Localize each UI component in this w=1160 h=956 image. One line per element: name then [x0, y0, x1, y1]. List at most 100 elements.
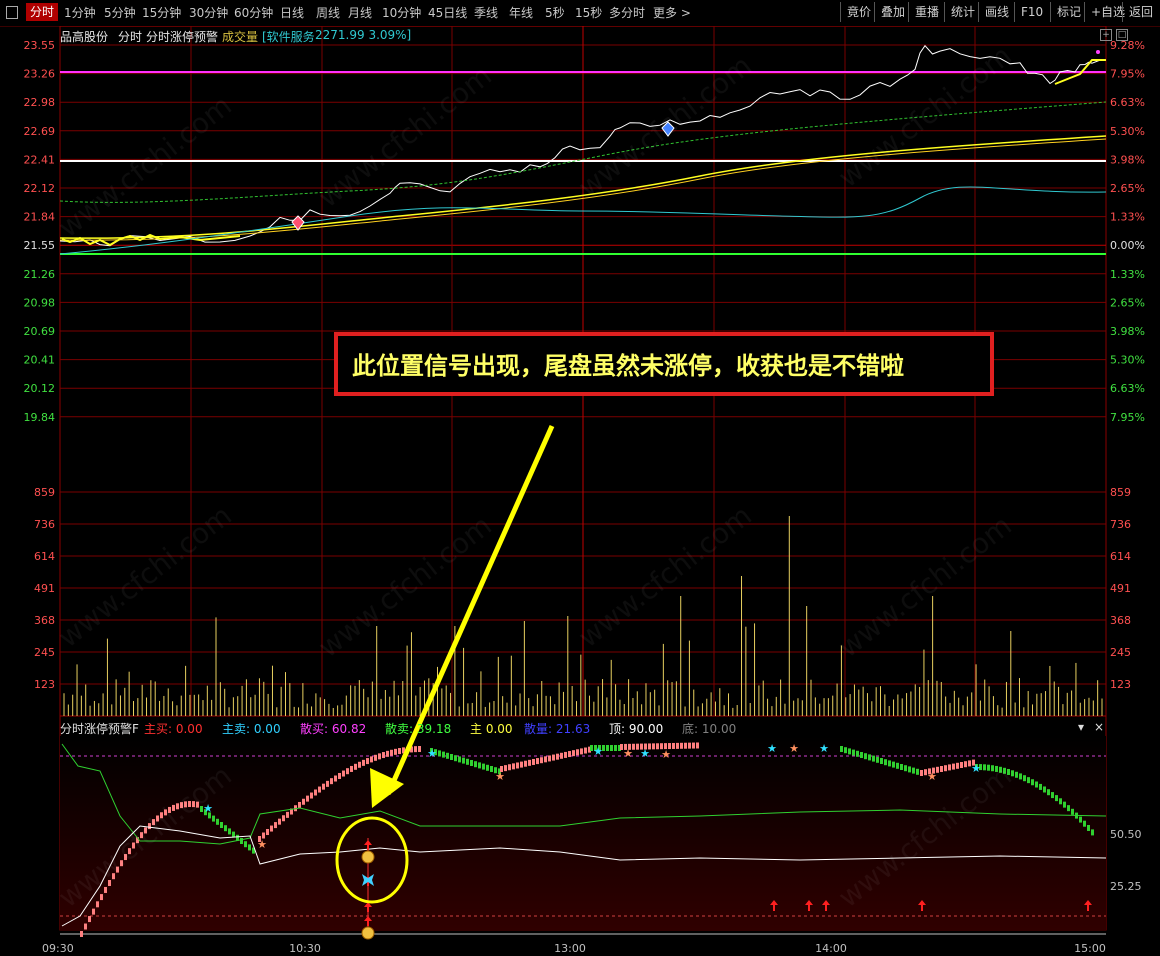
indicator-block — [478, 762, 481, 769]
indicator-block — [844, 747, 847, 754]
overlay-button[interactable]: 叠加 — [874, 2, 911, 22]
price-tick-label: 20.12 — [24, 382, 56, 395]
indicator-block — [240, 838, 243, 844]
indicator-block — [334, 775, 337, 782]
tab-5min[interactable]: 5分钟 — [104, 4, 136, 21]
pct-tick-label: 3.98% — [1110, 325, 1145, 338]
volume-tick-label-right: 123 — [1110, 678, 1131, 691]
indicator-block — [438, 750, 441, 757]
volume-tick-label: 245 — [34, 646, 55, 659]
indicator-block — [516, 762, 519, 769]
indicator-block — [904, 765, 907, 772]
pct-tick-label: 1.33% — [1110, 268, 1145, 281]
tab-quarterly[interactable]: 季线 — [474, 4, 498, 21]
tab-15sec[interactable]: 15秒 — [575, 4, 602, 21]
indicator-block — [564, 751, 567, 758]
window-icon[interactable] — [6, 6, 18, 19]
indicator-block — [912, 767, 915, 774]
indicator-block — [282, 815, 285, 822]
star-signal-icon: ★ — [927, 770, 937, 783]
pct-tick-label: 3.98% — [1110, 153, 1145, 166]
sector-label: [软件服务 — [262, 30, 315, 44]
time-tick-label: 09:30 — [42, 942, 74, 955]
indicator-block — [964, 761, 967, 768]
indicator-block — [1043, 786, 1046, 793]
indicator-block — [528, 759, 531, 766]
indicator-block — [872, 755, 875, 762]
indicator-block — [676, 742, 679, 749]
f10-button[interactable]: F10 — [1014, 2, 1049, 22]
tab-yearly[interactable]: 年线 — [509, 4, 533, 21]
indicator-block — [652, 743, 655, 750]
tab-monthly[interactable]: 月线 — [348, 4, 372, 21]
indicator-block — [482, 763, 485, 770]
dropdown-icon[interactable]: ▾ — [1078, 720, 1084, 734]
volume-tick-label-right: 614 — [1110, 550, 1131, 563]
indicator-block — [302, 798, 305, 805]
indicator-block — [462, 757, 465, 764]
pct-tick-label: 0.00% — [1110, 239, 1145, 252]
tab-fenshi[interactable]: 分时 — [26, 3, 59, 21]
tab-30min[interactable]: 30分钟 — [189, 4, 228, 21]
indicator-block — [370, 756, 373, 763]
period-toolbar: 分时 1分钟 5分钟 15分钟 30分钟 60分钟 日线 周线 月线 10分钟 … — [0, 0, 1160, 27]
price-tick-label: 23.55 — [24, 39, 56, 52]
bidding-button[interactable]: 竟价 — [840, 2, 877, 22]
tab-5sec[interactable]: 5秒 — [545, 4, 565, 21]
indicator-block — [1071, 808, 1074, 815]
tab-more[interactable]: 更多 > — [653, 4, 691, 21]
tab-daily[interactable]: 日线 — [280, 4, 304, 21]
indicator-block — [446, 752, 449, 759]
pct-tick-label: 7.95% — [1110, 411, 1145, 424]
indicator-block — [442, 751, 445, 758]
indicator-block — [382, 752, 385, 759]
price-tick-label: 22.98 — [24, 96, 56, 109]
settings-icon[interactable]: + — [1100, 29, 1112, 41]
indicator-block — [552, 754, 555, 761]
indicator-block — [1087, 824, 1090, 831]
time-tick-label: 14:00 — [815, 942, 847, 955]
replay-button[interactable]: 重播 — [908, 2, 945, 22]
tab-1min[interactable]: 1分钟 — [64, 4, 96, 21]
tab-10min[interactable]: 10分钟 — [382, 4, 421, 21]
indicator-block — [536, 758, 539, 765]
close-panel-icon[interactable]: □ — [1116, 29, 1128, 41]
indicator-block — [1023, 775, 1026, 782]
indicator-block — [900, 764, 903, 770]
tab-multi[interactable]: 多分时 — [609, 4, 645, 21]
price-tick-label: 22.12 — [24, 182, 56, 195]
draw-button[interactable]: 画线 — [978, 2, 1015, 22]
callout-text: 此位置信号出现，尾盘虽然未涨停，收获也是不错啦 — [352, 352, 904, 380]
indicator-block — [864, 753, 867, 760]
indicator-block — [892, 761, 895, 768]
back-button[interactable]: 返回 — [1122, 2, 1159, 22]
stats-button[interactable]: 统计 — [944, 2, 981, 22]
legend-item: 散买: 60.82 — [300, 722, 367, 736]
indicator-block — [916, 768, 919, 775]
indicator-tick-label: 50.50 — [1110, 828, 1142, 841]
tab-15min[interactable]: 15分钟 — [142, 4, 181, 21]
price-tick-label: 23.26 — [24, 68, 56, 81]
stock-name: 品高股份 — [60, 30, 109, 44]
volume-tick-label-right: 859 — [1110, 486, 1131, 499]
tab-45day[interactable]: 45日线 — [428, 4, 467, 21]
indicator-block — [684, 742, 687, 749]
legend-item: 主 0.00 — [470, 722, 513, 736]
indicator-block — [270, 825, 273, 832]
tab-60min[interactable]: 60分钟 — [234, 4, 273, 21]
mark-button[interactable]: 标记 — [1050, 2, 1087, 22]
indicator-block — [848, 748, 851, 755]
price-tick-label: 21.26 — [24, 268, 56, 281]
price-tick-label: 22.41 — [24, 153, 56, 166]
close-indicator-icon[interactable]: × — [1094, 720, 1104, 734]
star-signal-icon: ★ — [427, 747, 437, 760]
indicator-block — [310, 792, 313, 799]
star-signal-icon: ★ — [789, 742, 799, 755]
indicator-block — [1035, 781, 1038, 788]
indicator-block — [374, 754, 377, 761]
indicator-block — [1019, 773, 1022, 780]
indicator-block — [610, 745, 613, 751]
indicator-block — [868, 754, 871, 761]
indicator-block — [486, 764, 489, 771]
tab-weekly[interactable]: 周线 — [316, 4, 340, 21]
